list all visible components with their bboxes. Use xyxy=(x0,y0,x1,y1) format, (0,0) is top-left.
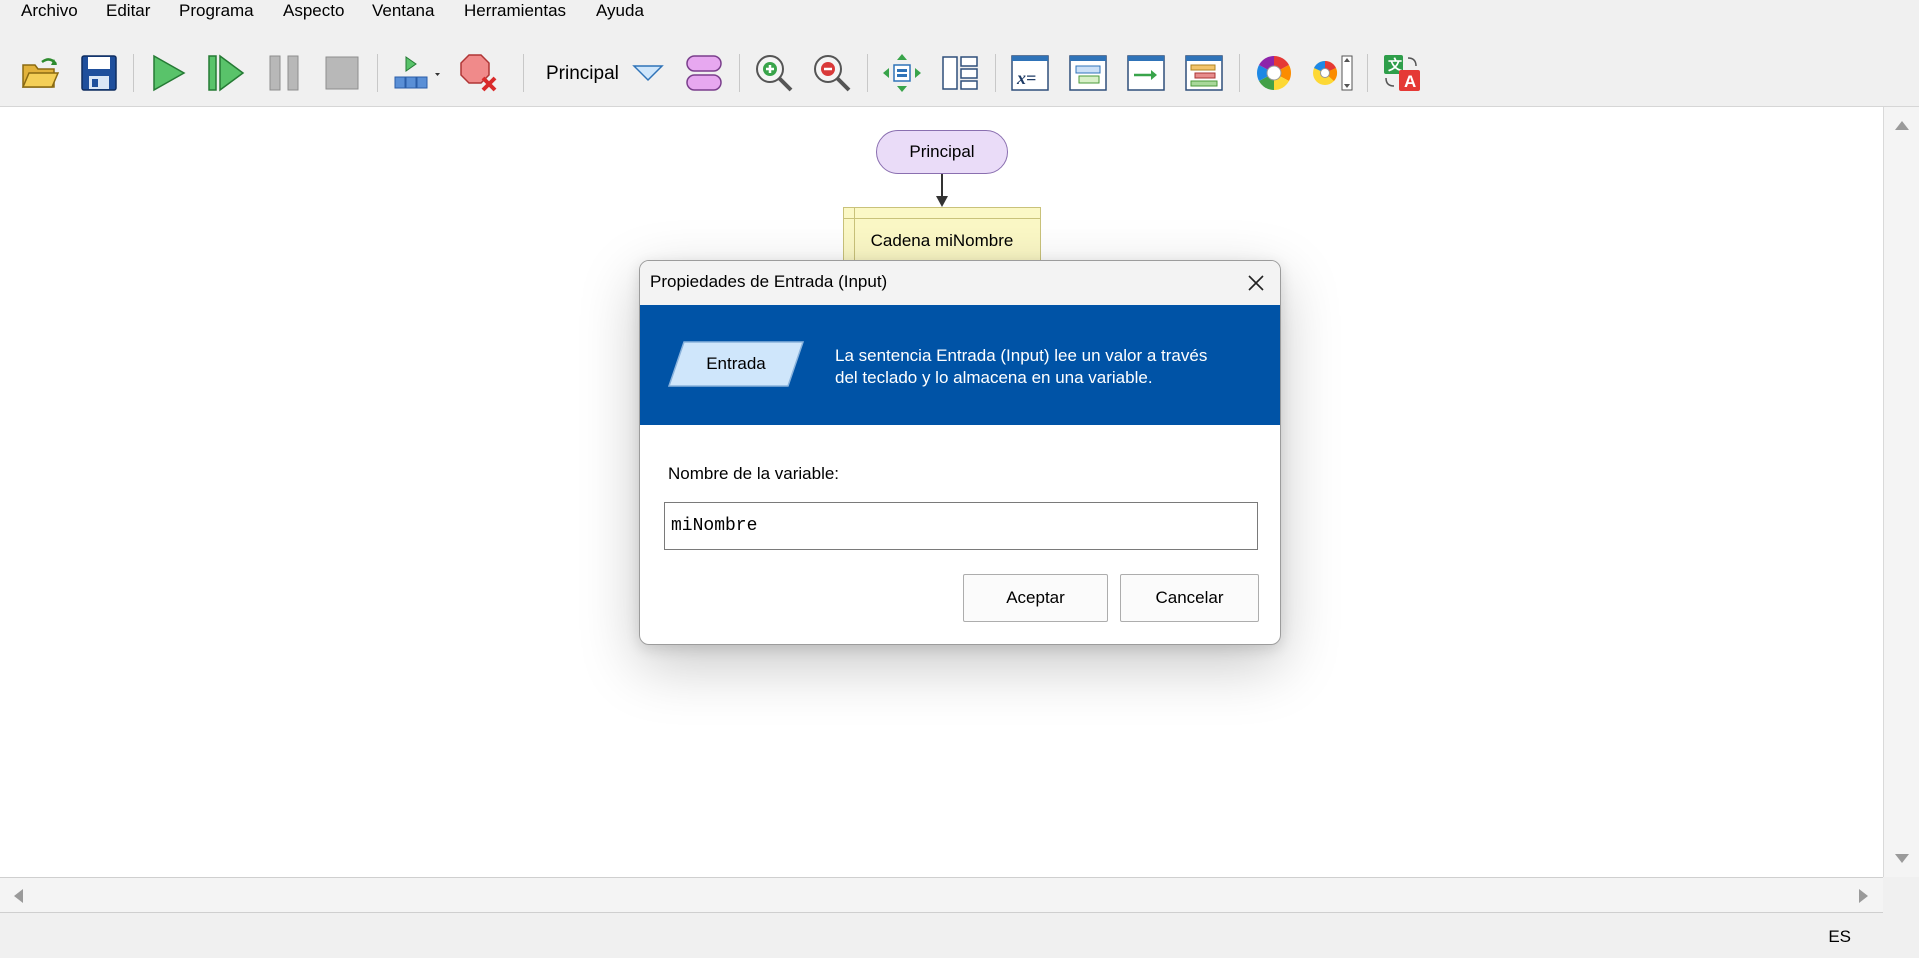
dialog-titlebar[interactable]: Propiedades de Entrada (Input) xyxy=(640,261,1280,305)
add-subchart-icon[interactable] xyxy=(681,50,727,96)
variables-window-icon[interactable]: x= xyxy=(1007,50,1053,96)
open-icon[interactable] xyxy=(17,50,63,96)
ok-button[interactable]: Aceptar xyxy=(963,574,1108,622)
menu-programa[interactable]: Programa xyxy=(179,0,254,22)
dialog-description: La sentencia Entrada (Input) lee un valo… xyxy=(835,345,1255,389)
menu-ventana[interactable]: Ventana xyxy=(372,0,434,22)
step-icon[interactable] xyxy=(203,50,249,96)
dialog-banner: Entrada La sentencia Entrada (Input) lee… xyxy=(640,305,1280,425)
flow-arrow xyxy=(936,174,948,207)
menu-herramientas[interactable]: Herramientas xyxy=(464,0,566,22)
variable-name-label: Nombre de la variable: xyxy=(668,464,840,483)
toolbar-separator xyxy=(739,54,740,92)
declare-node[interactable]: Cadena miNombre xyxy=(843,207,1041,263)
stop-icon[interactable] xyxy=(319,50,365,96)
pause-icon[interactable] xyxy=(261,50,307,96)
menu-bar: Archivo Editar Programa Aspecto Ventana … xyxy=(0,0,1919,22)
menu-archivo[interactable]: Archivo xyxy=(21,0,78,22)
clear-breakpoints-icon[interactable] xyxy=(455,50,501,96)
input-shape-label: Entrada xyxy=(706,354,766,373)
scroll-right-icon[interactable] xyxy=(1858,888,1870,904)
dialog-description-line: La sentencia Entrada (Input) lee un valo… xyxy=(835,346,1208,365)
dialog-description-line: del teclado y lo almacena en una variabl… xyxy=(835,368,1153,387)
fit-icon[interactable] xyxy=(879,50,925,96)
toolbar-separator xyxy=(377,54,378,92)
layout-icon[interactable] xyxy=(937,50,983,96)
vertical-scrollbar[interactable] xyxy=(1883,107,1919,877)
declare-node-label: Cadena miNombre xyxy=(870,231,1014,250)
breakpoint-window-icon[interactable] xyxy=(1181,50,1227,96)
run-menu-icon[interactable] xyxy=(389,50,445,96)
zoom-in-icon[interactable] xyxy=(751,50,797,96)
toolbar-separator xyxy=(1239,54,1240,92)
color-icon[interactable] xyxy=(1251,50,1297,96)
chevron-down-icon[interactable] xyxy=(625,50,671,96)
toolbar-separator xyxy=(523,54,524,92)
svg-text:x=: x= xyxy=(1016,68,1036,88)
toolbar-separator xyxy=(1367,54,1368,92)
dialog-title: Propiedades de Entrada (Input) xyxy=(650,272,888,291)
menu-editar[interactable]: Editar xyxy=(106,0,150,22)
cancel-button[interactable]: Cancelar xyxy=(1120,574,1259,622)
run-icon[interactable] xyxy=(145,50,191,96)
status-bar: ES xyxy=(0,913,1919,958)
zoom-out-icon[interactable] xyxy=(809,50,855,96)
program-window-icon[interactable] xyxy=(1065,50,1111,96)
menu-aspecto[interactable]: Aspecto xyxy=(283,0,344,22)
theme-icon[interactable] xyxy=(1309,50,1357,96)
toolbar-separator xyxy=(867,54,868,92)
scroll-up-icon[interactable] xyxy=(1894,119,1910,131)
subchart-selector[interactable]: Principal xyxy=(546,62,619,86)
save-icon[interactable] xyxy=(76,50,122,96)
output-window-icon[interactable] xyxy=(1123,50,1169,96)
menu-ayuda[interactable]: Ayuda xyxy=(596,0,644,22)
scroll-left-icon[interactable] xyxy=(12,888,24,904)
flowgorithm-window: Archivo Editar Programa Aspecto Ventana … xyxy=(0,0,1919,958)
start-node[interactable]: Principal xyxy=(876,130,1008,174)
toolbar: Principal x= 文 A xyxy=(0,40,1919,104)
input-properties-dialog: Propiedades de Entrada (Input) Entrada L… xyxy=(639,260,1281,645)
variable-name-input[interactable]: miNombre xyxy=(664,502,1258,550)
declare-node-border xyxy=(844,218,1040,219)
svg-text:A: A xyxy=(1404,72,1416,91)
scroll-down-icon[interactable] xyxy=(1894,853,1910,865)
horizontal-scrollbar[interactable] xyxy=(0,877,1883,913)
toolbar-separator xyxy=(995,54,996,92)
language-indicator[interactable]: ES xyxy=(1828,927,1851,947)
close-icon[interactable] xyxy=(1242,269,1270,297)
translate-icon[interactable]: 文A xyxy=(1379,50,1425,96)
toolbar-separator xyxy=(133,54,134,92)
